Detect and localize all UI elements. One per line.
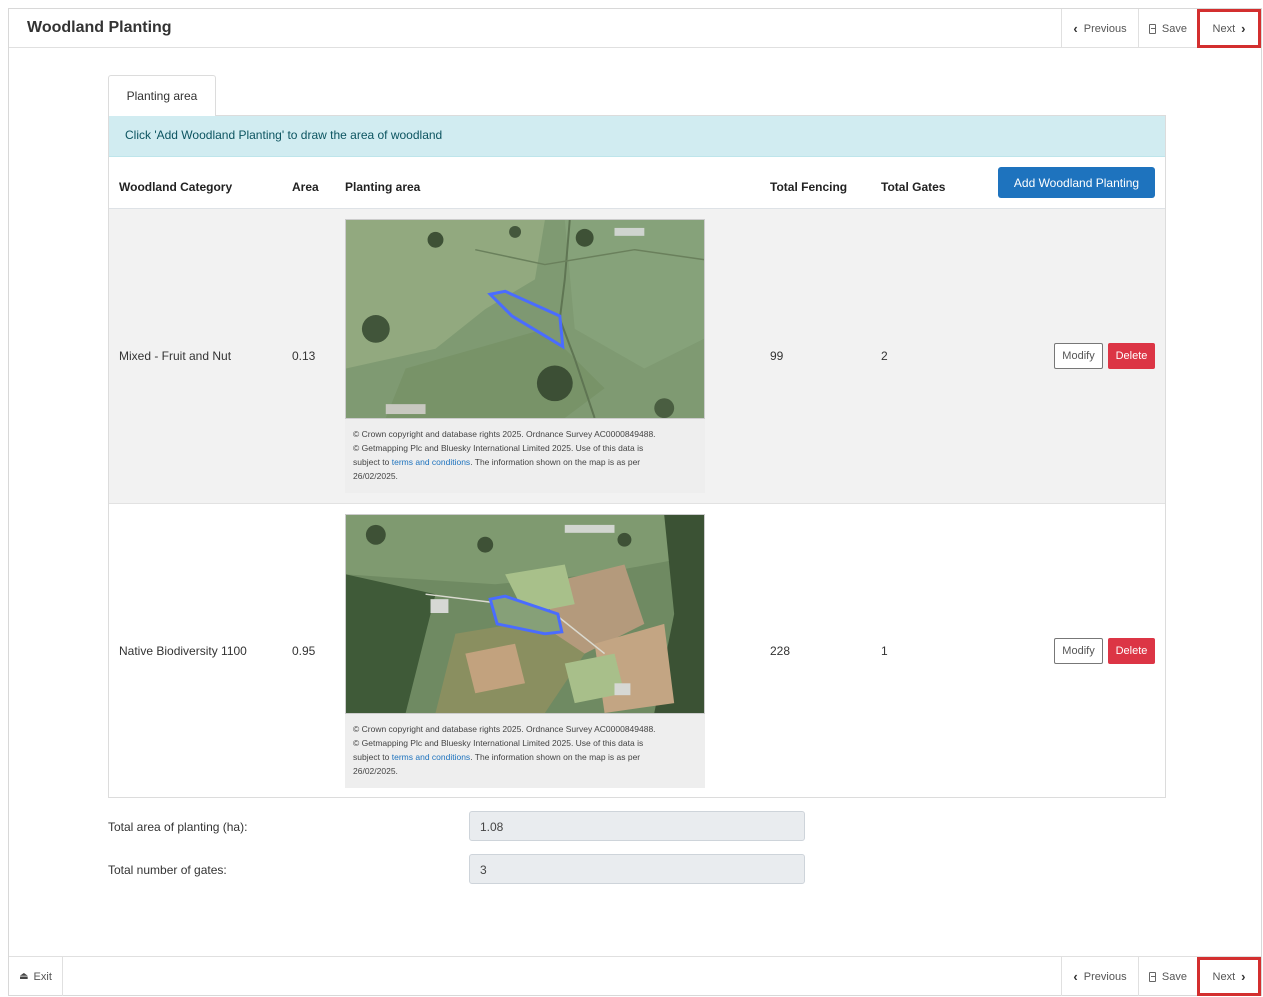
chevron-right-icon: › — [1241, 21, 1246, 36]
category-cell: Mixed - Fruit and Nut — [119, 349, 232, 363]
save-button[interactable]: Save — [1138, 957, 1197, 996]
table-row: Mixed - Fruit and Nut 0.13 © Crown copyr… — [109, 209, 1165, 504]
save-icon — [1149, 971, 1156, 982]
area-cell: 0.95 — [292, 644, 316, 658]
next-label: Next — [1212, 970, 1236, 983]
header-nav: ‹ Previous Save Next › — [1061, 9, 1261, 48]
save-icon — [1149, 23, 1156, 34]
add-woodland-planting-button[interactable]: Add Woodland Planting — [998, 167, 1155, 198]
fencing-cell: 228 — [770, 644, 791, 658]
copyright-line-1: © Crown copyright and database rights 20… — [353, 724, 656, 734]
next-button[interactable]: Next › — [1197, 957, 1261, 996]
planting-map-container: © Crown copyright and database rights 20… — [345, 219, 705, 493]
total-gates-label: Total number of gates: — [108, 863, 227, 877]
total-area-label: Total area of planting (ha): — [108, 820, 248, 834]
footer-bar: ⏏ Exit ‹ Previous Save Next › — [9, 956, 1261, 996]
gates-cell: 2 — [881, 349, 888, 363]
next-button[interactable]: Next › — [1197, 9, 1261, 48]
fencing-cell: 99 — [770, 349, 784, 363]
chevron-left-icon: ‹ — [1073, 969, 1078, 984]
planting-panel: Click 'Add Woodland Planting' to draw th… — [108, 115, 1166, 798]
copyright-line-2: © Getmapping Plc and Bluesky Internation… — [353, 738, 644, 748]
copyright-date: 26/02/2025. — [353, 471, 398, 481]
previous-button[interactable]: ‹ Previous — [1061, 9, 1138, 48]
copyright-line-3a: subject to — [353, 457, 392, 467]
modify-button[interactable]: Modify — [1054, 343, 1103, 369]
col-total-fencing: Total Fencing — [770, 180, 848, 194]
save-label: Save — [1161, 22, 1187, 35]
previous-button[interactable]: ‹ Previous — [1061, 957, 1138, 996]
header-bar: Woodland Planting ‹ Previous Save Next › — [9, 9, 1261, 48]
save-button[interactable]: Save — [1138, 9, 1197, 48]
page-title: Woodland Planting — [27, 19, 172, 36]
exit-label: Exit — [33, 970, 52, 983]
planting-map-container: © Crown copyright and database rights 20… — [345, 514, 705, 788]
col-total-gates: Total Gates — [881, 180, 946, 194]
delete-button[interactable]: Delete — [1108, 343, 1155, 369]
eject-icon: ⏏ — [19, 971, 29, 982]
copyright-line-1: © Crown copyright and database rights 20… — [353, 429, 656, 439]
exit-button[interactable]: ⏏ Exit — [9, 957, 63, 996]
tab-planting-area[interactable]: Planting area — [108, 75, 216, 116]
info-banner: Click 'Add Woodland Planting' to draw th… — [109, 116, 1165, 157]
copyright-line-3b: . The information shown on the map is as… — [470, 457, 641, 467]
col-planting-area: Planting area — [345, 180, 421, 194]
copyright-line-2: © Getmapping Plc and Bluesky Internation… — [353, 443, 644, 453]
total-area-field: 1.08 — [469, 811, 805, 841]
table-row: Native Biodiversity 1100 0.95 © Crown co… — [109, 504, 1165, 797]
previous-label: Previous — [1083, 970, 1127, 983]
area-cell: 0.13 — [292, 349, 316, 363]
terms-link[interactable]: terms and conditions — [392, 457, 470, 467]
modify-button[interactable]: Modify — [1054, 638, 1103, 664]
footer-nav: ‹ Previous Save Next › — [1061, 957, 1261, 996]
category-cell: Native Biodiversity 1100 — [119, 644, 247, 658]
copyright-date: 26/02/2025. — [353, 766, 398, 776]
chevron-left-icon: ‹ — [1073, 21, 1078, 36]
map-copyright: © Crown copyright and database rights 20… — [345, 714, 705, 778]
save-label: Save — [1161, 970, 1187, 983]
map-copyright: © Crown copyright and database rights 20… — [345, 419, 705, 483]
terms-link[interactable]: terms and conditions — [392, 752, 470, 762]
delete-button[interactable]: Delete — [1108, 638, 1155, 664]
next-label: Next — [1212, 22, 1236, 35]
copyright-line-3a: subject to — [353, 752, 392, 762]
copyright-line-3b: . The information shown on the map is as… — [470, 752, 641, 762]
col-woodland-category: Woodland Category — [119, 180, 233, 194]
aerial-map-image — [345, 514, 705, 714]
gates-cell: 1 — [881, 644, 888, 658]
app-window: Woodland Planting ‹ Previous Save Next ›… — [8, 8, 1262, 996]
total-gates-field: 3 — [469, 854, 805, 884]
chevron-right-icon: › — [1241, 969, 1246, 984]
aerial-map-image — [345, 219, 705, 419]
table-header: Woodland Category Area Planting area Tot… — [109, 157, 1165, 209]
col-area: Area — [292, 180, 319, 194]
previous-label: Previous — [1083, 22, 1127, 35]
